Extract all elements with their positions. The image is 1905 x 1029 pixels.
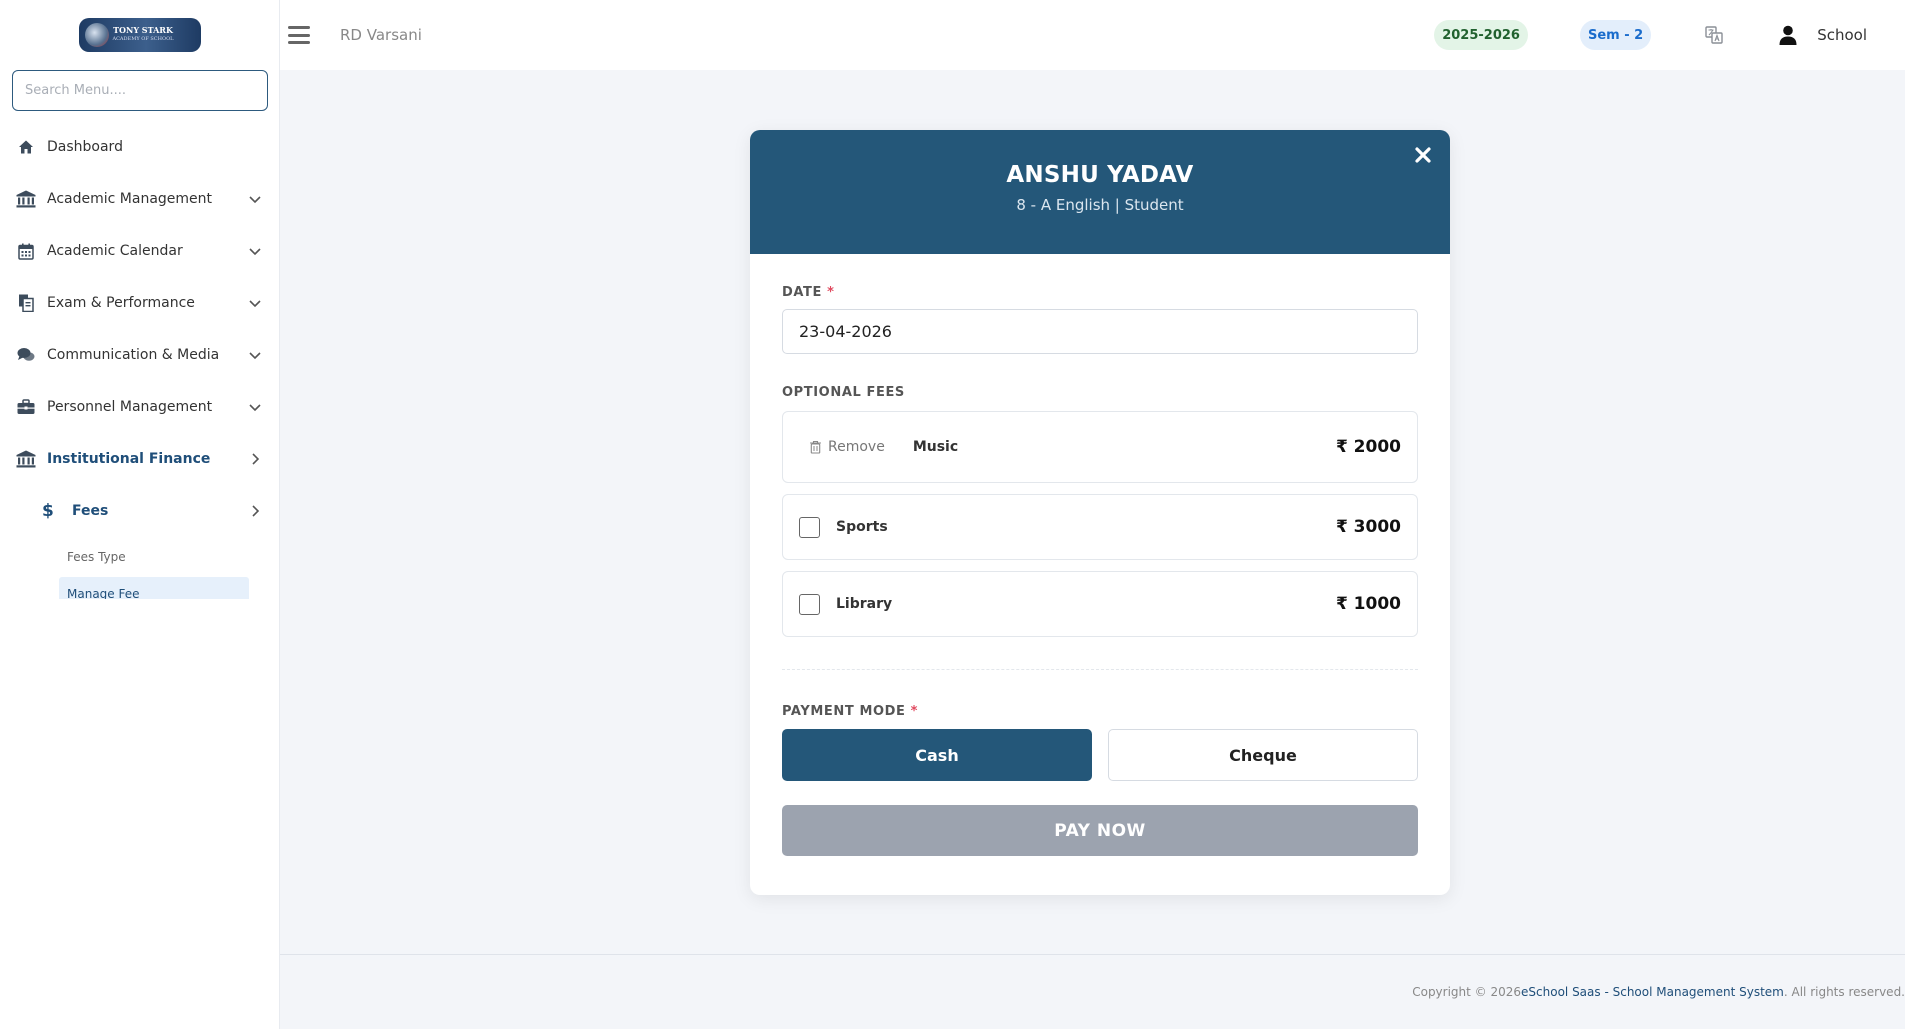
hamburger-menu-icon[interactable] bbox=[288, 26, 310, 44]
chevron-down-icon bbox=[249, 196, 261, 204]
optional-fees-label: OPTIONAL FEES bbox=[782, 385, 905, 400]
fee-amount: ₹ 1000 bbox=[1335, 594, 1401, 614]
logo-badge: TONY STARK ACADEMY OF SCHOOL bbox=[78, 18, 201, 52]
sidebar-item-communication-media[interactable]: Communication & Media bbox=[0, 329, 279, 381]
trash-icon bbox=[810, 440, 821, 454]
search-menu-input[interactable] bbox=[12, 70, 268, 111]
student-class: 8 - A English | Student bbox=[1016, 196, 1184, 214]
semester-badge[interactable]: Sem - 2 bbox=[1579, 20, 1652, 50]
date-input[interactable] bbox=[782, 309, 1418, 354]
sidebar-item-label: Academic Calendar bbox=[47, 243, 183, 259]
modal-header: ANSHU YADAV 8 - A English | Student bbox=[750, 130, 1450, 254]
fee-name: Sports bbox=[836, 519, 888, 535]
fee-checkbox[interactable] bbox=[799, 593, 820, 615]
logo[interactable]: TONY STARK ACADEMY OF SCHOOL bbox=[0, 0, 279, 70]
sidebar-item-dashboard[interactable]: Dashboard bbox=[0, 121, 279, 173]
remove-label: Remove bbox=[828, 439, 885, 455]
fee-amount: ₹ 2000 bbox=[1335, 437, 1401, 457]
logo-emblem-icon bbox=[84, 23, 109, 47]
user-icon[interactable] bbox=[1777, 24, 1799, 46]
fee-name: Library bbox=[836, 596, 893, 612]
chevron-right-icon bbox=[252, 505, 260, 517]
cheque-button[interactable]: Cheque bbox=[1108, 729, 1418, 781]
fee-checkbox[interactable] bbox=[799, 516, 820, 538]
required-mark: * bbox=[910, 704, 919, 719]
copyright-suffix: . All rights reserved. bbox=[1783, 985, 1905, 999]
topbar: RD Varsani 2025-2026 Sem - 2 School bbox=[280, 0, 1905, 70]
chevron-down-icon bbox=[249, 352, 261, 360]
cash-button[interactable]: Cash bbox=[782, 729, 1092, 781]
user-name[interactable]: School bbox=[1817, 26, 1867, 44]
logo-line2: ACADEMY OF SCHOOL bbox=[112, 36, 174, 42]
fee-name: Music bbox=[912, 439, 959, 455]
institution-icon bbox=[16, 449, 36, 469]
sidebar-item-label: Personnel Management bbox=[47, 399, 213, 415]
home-icon bbox=[16, 137, 36, 157]
payment-mode-label: PAYMENT MODE * bbox=[782, 704, 1418, 719]
sidebar-item-personnel-management[interactable]: Personnel Management bbox=[0, 381, 279, 433]
calendar-icon bbox=[16, 241, 36, 261]
fee-item-music: Remove Music ₹ 2000 bbox=[782, 411, 1418, 483]
sidebar-item-institutional-finance[interactable]: Institutional Finance bbox=[0, 433, 279, 485]
fee-payment-modal: ANSHU YADAV 8 - A English | Student DATE… bbox=[750, 130, 1450, 895]
sidebar-item-label: Institutional Finance bbox=[47, 451, 211, 467]
sidebar-item-label: Dashboard bbox=[47, 139, 123, 155]
sidebar-item-label: Fees bbox=[72, 503, 109, 519]
sidebar-item-fees[interactable]: $ Fees bbox=[0, 485, 279, 537]
fee-item-library: Library ₹ 1000 bbox=[782, 571, 1418, 637]
fee-amount: ₹ 3000 bbox=[1335, 517, 1401, 537]
date-label-text: DATE bbox=[782, 285, 822, 300]
dollar-icon: $ bbox=[42, 501, 54, 521]
chat-icon bbox=[16, 345, 36, 365]
chevron-down-icon bbox=[249, 300, 261, 308]
institution-icon bbox=[16, 189, 36, 209]
translate-icon[interactable] bbox=[1703, 24, 1725, 46]
required-mark: * bbox=[827, 285, 835, 300]
footer-brand-link[interactable]: eSchool Saas - School Management System bbox=[1521, 985, 1784, 999]
pay-now-button[interactable]: PAY NOW bbox=[782, 805, 1418, 856]
documents-icon bbox=[16, 293, 36, 313]
sidebar: TONY STARK ACADEMY OF SCHOOL Dashboard A… bbox=[0, 0, 280, 1029]
sidebar-item-label: Exam & Performance bbox=[47, 295, 195, 311]
chevron-down-icon bbox=[249, 248, 261, 256]
sidebar-item-academic-management[interactable]: Academic Management bbox=[0, 173, 279, 225]
divider bbox=[782, 669, 1418, 670]
sidebar-item-label: Communication & Media bbox=[47, 347, 220, 363]
briefcase-icon bbox=[16, 397, 36, 417]
close-icon[interactable] bbox=[1412, 144, 1434, 166]
sidebar-item-academic-calendar[interactable]: Academic Calendar bbox=[0, 225, 279, 277]
logo-text: TONY STARK ACADEMY OF SCHOOL bbox=[113, 26, 174, 44]
date-label: DATE * bbox=[782, 285, 1418, 300]
chevron-right-icon bbox=[252, 453, 260, 465]
sidebar-item-label: Academic Management bbox=[47, 191, 213, 207]
session-badge[interactable]: 2025-2026 bbox=[1434, 20, 1528, 50]
remove-fee-button[interactable]: Remove bbox=[809, 439, 885, 455]
sidebar-item-manage-fee[interactable]: Manage Fee bbox=[59, 577, 249, 599]
chevron-down-icon bbox=[249, 404, 261, 412]
logo-line1: TONY STARK bbox=[113, 25, 173, 35]
sidebar-item-fees-type[interactable]: Fees Type bbox=[0, 537, 279, 577]
payment-mode-options: Cash Cheque bbox=[782, 729, 1418, 781]
fee-item-sports: Sports ₹ 3000 bbox=[782, 494, 1418, 560]
copyright-prefix: Copyright © 2026 bbox=[1412, 985, 1522, 999]
footer: Copyright © 2026 eSchool Saas - School M… bbox=[280, 954, 1905, 1029]
school-name: RD Varsani bbox=[340, 26, 422, 44]
payment-mode-label-text: PAYMENT MODE bbox=[782, 704, 906, 719]
sidebar-menu: Dashboard Academic Management Academic C… bbox=[0, 121, 279, 599]
sidebar-item-exam-performance[interactable]: Exam & Performance bbox=[0, 277, 279, 329]
student-name: ANSHU YADAV bbox=[1006, 162, 1194, 188]
